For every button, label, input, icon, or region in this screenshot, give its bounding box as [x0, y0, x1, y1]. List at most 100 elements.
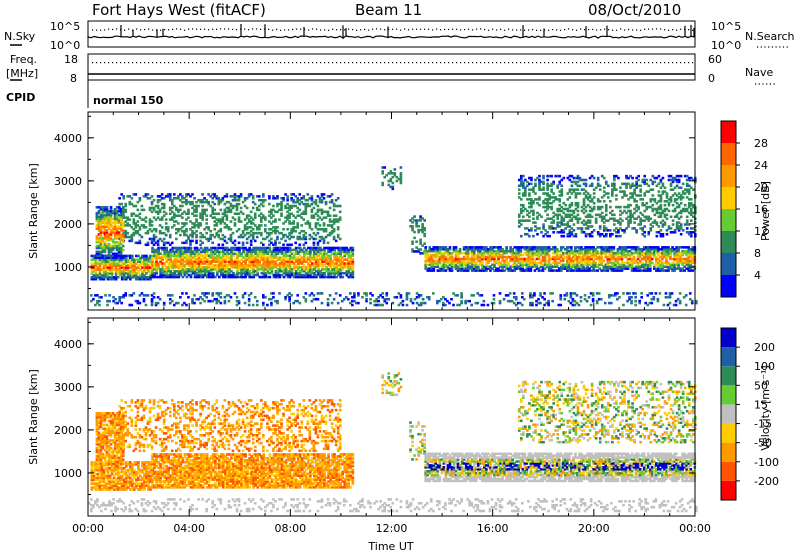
- noise-search-dot: [456, 28, 458, 30]
- nave-dot: [200, 62, 202, 64]
- nave-dot: [204, 62, 206, 64]
- nave-dot: [304, 62, 306, 64]
- echo-cell: [318, 224, 322, 227]
- nave-dot: [420, 62, 422, 64]
- nave-dot: [596, 62, 598, 64]
- noise-search-dot: [296, 28, 298, 30]
- echo-cell: [538, 227, 541, 230]
- nave-dot: [280, 62, 282, 64]
- echo-cell: [517, 188, 521, 191]
- nave-dot: [632, 62, 634, 64]
- noise-search-dot: [408, 29, 410, 31]
- echo-cell: [558, 174, 562, 178]
- echo-cell: [417, 224, 420, 228]
- noise-search-dot: [392, 28, 394, 30]
- nave-dot: [624, 62, 626, 64]
- nave-dot: [396, 62, 398, 64]
- noise-search-dot: [92, 29, 94, 31]
- echo-cell: [393, 172, 397, 175]
- nave-dot: [568, 62, 570, 64]
- echo-cell: [542, 174, 545, 178]
- noise-search-dot: [680, 28, 682, 30]
- echo-cell: [568, 196, 572, 199]
- nave-dot: [308, 62, 310, 64]
- echo-cell: [558, 198, 562, 201]
- nave-dot: [216, 62, 218, 64]
- echo-cell: [239, 220, 243, 223]
- echo-cell: [411, 224, 414, 228]
- echo-cell: [152, 198, 156, 202]
- noise-search-dot: [592, 28, 594, 31]
- echo-cell: [150, 195, 154, 198]
- echo-cell: [205, 218, 208, 221]
- echo-cell: [201, 204, 204, 208]
- echo-cell: [528, 192, 531, 195]
- nave-dot: [648, 62, 650, 64]
- noise-search-dot: [628, 28, 630, 31]
- nave-dot: [236, 62, 238, 64]
- echo-cell: [213, 228, 217, 231]
- nave-dot: [164, 62, 166, 64]
- echo-cell: [199, 222, 202, 225]
- noise-search-dot: [328, 29, 330, 31]
- noise-search-dot: [192, 28, 194, 30]
- noise-search-dot: [288, 29, 290, 31]
- noise-search-dot: [508, 28, 510, 30]
- echo-cell: [185, 228, 188, 231]
- noise-search-dot: [604, 28, 606, 30]
- echo-cell: [170, 241, 174, 245]
- noise-search-dot: [200, 28, 202, 30]
- nave-dot: [532, 62, 534, 64]
- echo-cell: [154, 228, 158, 231]
- nave-dot: [468, 62, 470, 64]
- echo-cell: [310, 195, 314, 198]
- echo-cell: [530, 227, 533, 230]
- nave-dot: [144, 62, 146, 64]
- echo-cell: [560, 188, 564, 191]
- echo-cell: [251, 195, 255, 198]
- nave-dot: [136, 62, 138, 64]
- echo-cell: [338, 237, 342, 241]
- noise-search-dot: [232, 28, 234, 31]
- power-echo-cells: [90, 166, 698, 307]
- echo-cell: [219, 208, 223, 212]
- noise-search-dot: [308, 29, 310, 31]
- echo-cell: [532, 217, 535, 220]
- echo-cell: [134, 193, 138, 196]
- nave-dot: [616, 62, 618, 64]
- noise-search-dot: [400, 29, 402, 31]
- noise-search-dot: [280, 29, 282, 31]
- nave-dot: [220, 62, 222, 64]
- echo-cell: [205, 222, 208, 225]
- nave-dot: [656, 62, 658, 64]
- echo-cell: [255, 235, 259, 239]
- nave-dot: [408, 62, 410, 64]
- nave-dot: [124, 62, 126, 64]
- echo-cell: [550, 188, 553, 191]
- noise-search-dot: [560, 29, 562, 31]
- echo-cell: [120, 202, 123, 206]
- freq-traces: [88, 62, 695, 75]
- nave-dot: [488, 62, 490, 64]
- noise-search-dot: [620, 28, 622, 30]
- nave-dot: [92, 62, 94, 64]
- nave-dot: [664, 62, 666, 64]
- nave-dot: [272, 62, 274, 64]
- echo-cell: [262, 204, 265, 208]
- nave-dot: [264, 62, 266, 64]
- nave-dot: [588, 62, 590, 64]
- nave-dot: [640, 62, 642, 64]
- echo-cell: [156, 204, 160, 208]
- echo-cell: [241, 241, 245, 245]
- nave-dot: [140, 62, 142, 64]
- echo-cell: [109, 206, 113, 209]
- noise-search-dot: [556, 29, 558, 31]
- echo-cell: [415, 240, 418, 244]
- echo-cell: [532, 209, 535, 213]
- nave-dot: [680, 62, 682, 64]
- nave-dot: [348, 62, 350, 64]
- nave-dot: [360, 62, 362, 64]
- nave-dot: [324, 62, 326, 64]
- echo-cell: [278, 218, 281, 221]
- echo-cell: [413, 215, 416, 218]
